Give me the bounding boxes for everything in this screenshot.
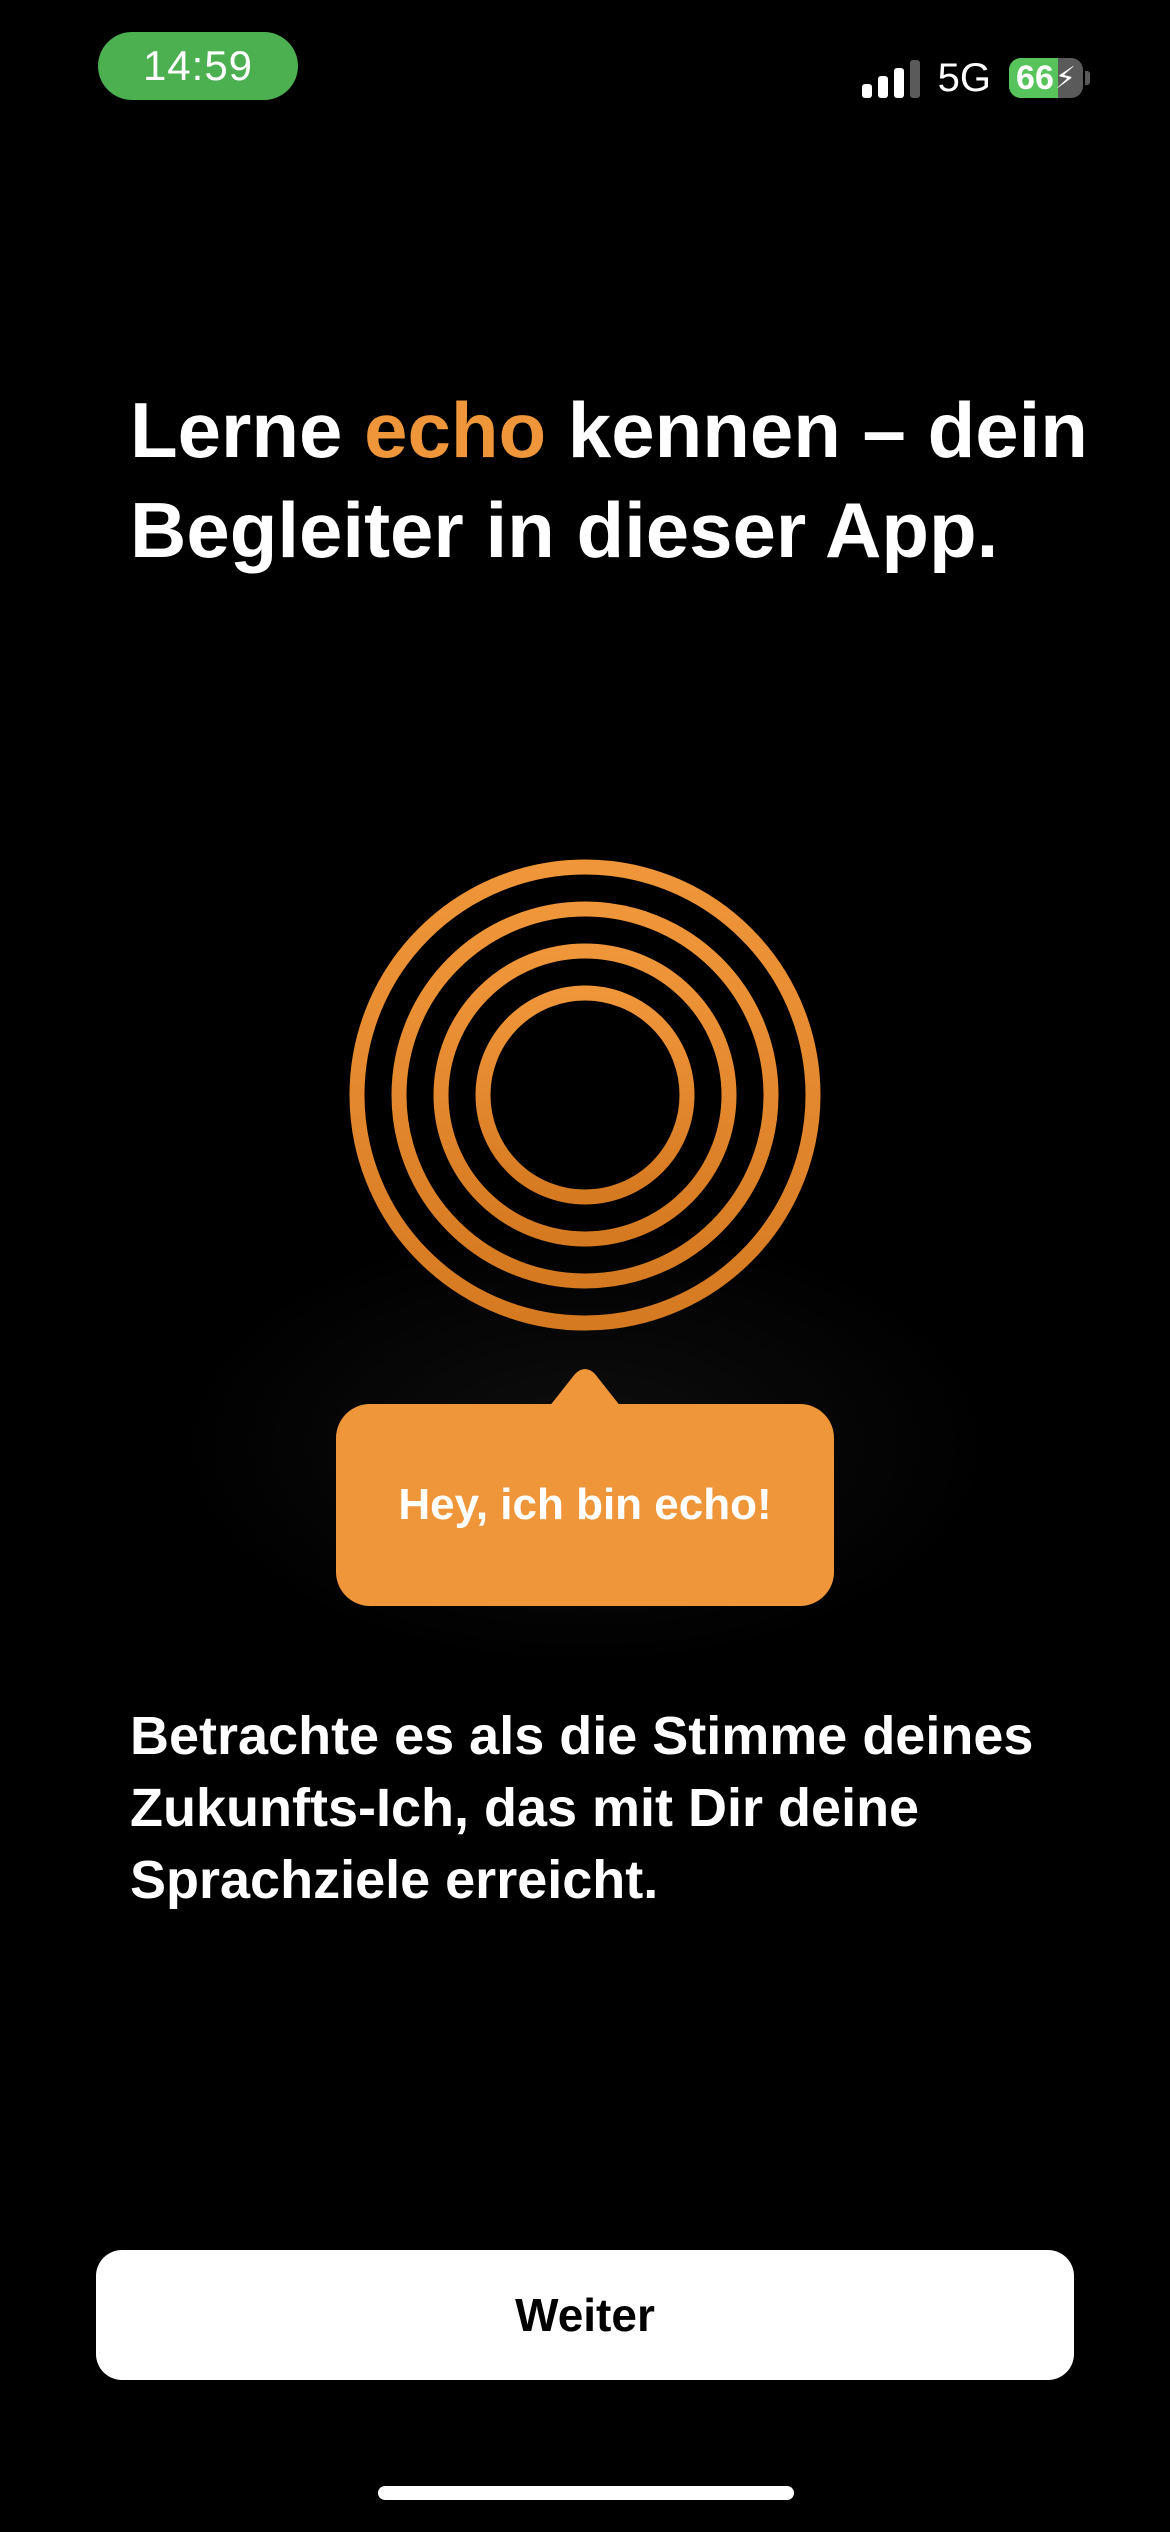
signal-bar [893,68,904,98]
home-indicator[interactable] [378,2486,794,2500]
battery-level-text: 66 ⚡︎ [1016,59,1076,98]
status-time-label: 14:59 [142,42,254,89]
description-text: Betrachte es als die Stimme deines Zukun… [130,1706,1034,1910]
title-accent: echo [364,386,547,474]
status-indicators: 5G 66 ⚡︎ [861,50,1090,106]
battery-icon: 66 ⚡︎ [1009,58,1083,98]
signal-bar [877,76,888,98]
network-type: 5G [937,55,991,100]
status-time: 14:59 [98,32,298,100]
charging-bolt-icon: ⚡︎ [1054,61,1076,95]
echo-ring-outer [349,859,821,1331]
speech-bubble: Hey, ich bin echo! [336,1404,834,1606]
echo-ring-second [391,901,779,1289]
speech-bubble-text: Hey, ich bin echo! [398,1480,772,1529]
page-title: Lerne echo kennen – dein Begleiter in di… [130,380,1090,580]
battery-level: 66 [1016,58,1054,97]
battery-cap [1085,71,1090,85]
battery-indicator: 66 ⚡︎ [1009,58,1090,98]
echo-ring-inner [475,985,695,1205]
title-prefix: Lerne [130,386,365,474]
continue-button[interactable]: Weiter [96,2250,1074,2380]
signal-bar [909,60,920,98]
signal-bar [861,84,872,98]
echo-rings-icon [349,859,821,1331]
cellular-signal-icon [861,58,920,98]
